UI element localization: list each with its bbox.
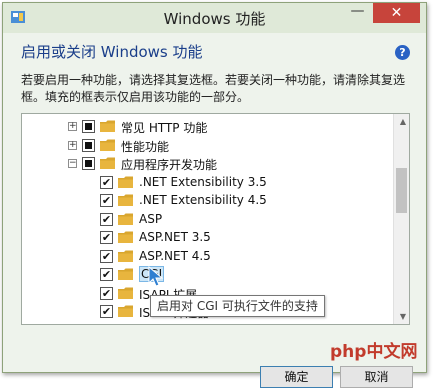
windows-features-dialog: Windows 功能 — ✕ 启用或关闭 Windows 功能 ? 若要启用一种… bbox=[2, 2, 427, 388]
folder-icon bbox=[118, 176, 133, 188]
feature-checkbox[interactable] bbox=[82, 157, 95, 170]
folder-icon bbox=[100, 139, 115, 151]
folder-icon bbox=[100, 120, 115, 132]
folder-icon bbox=[118, 305, 133, 317]
feature-label[interactable]: ASP bbox=[139, 212, 162, 226]
tree-row[interactable]: WebSocket 协议 bbox=[22, 322, 392, 326]
feature-checkbox[interactable]: ✔ bbox=[100, 268, 113, 281]
feature-label[interactable]: 常见 HTTP 功能 bbox=[121, 119, 207, 136]
feature-label[interactable]: WebSocket 协议 bbox=[139, 323, 233, 325]
feature-checkbox[interactable]: ✔ bbox=[100, 286, 113, 300]
tree-row[interactable]: + 性能功能 bbox=[22, 137, 392, 155]
tree-row[interactable]: ✔ .NET Extensibility 4.5 bbox=[22, 192, 392, 210]
folder-icon bbox=[118, 287, 133, 299]
feature-checkbox[interactable]: ✔ bbox=[100, 305, 113, 318]
folder-icon bbox=[118, 213, 133, 225]
collapse-icon[interactable]: − bbox=[68, 159, 77, 168]
feature-checkbox[interactable] bbox=[100, 323, 113, 324]
vertical-scrollbar[interactable]: ▲ ▼ bbox=[393, 114, 409, 324]
tree-row[interactable]: ✔ ASP bbox=[22, 211, 392, 229]
scroll-up-icon[interactable]: ▲ bbox=[400, 117, 406, 126]
cancel-button[interactable]: 取消 bbox=[340, 366, 413, 388]
feature-checkbox[interactable]: ✔ bbox=[100, 231, 113, 244]
feature-checkbox[interactable]: ✔ bbox=[100, 249, 113, 263]
feature-label[interactable]: 应用程序开发功能 bbox=[121, 156, 217, 173]
tree-row[interactable]: ✔ .NET Extensibility 3.5 bbox=[22, 174, 392, 192]
minimize-button[interactable]: — bbox=[344, 3, 371, 23]
feature-checkbox[interactable]: ✔ bbox=[100, 175, 113, 189]
feature-checkbox[interactable] bbox=[82, 120, 95, 133]
feature-checkbox[interactable]: ✔ bbox=[100, 194, 113, 207]
cgi-tooltip: 启用对 CGI 可执行文件的支持 bbox=[150, 295, 325, 317]
help-icon[interactable]: ? bbox=[395, 45, 410, 60]
expand-icon[interactable]: + bbox=[68, 122, 77, 131]
folder-icon bbox=[118, 324, 134, 326]
dialog-heading: 启用或关闭 Windows 功能 bbox=[21, 43, 203, 61]
title-bar: Windows 功能 — ✕ bbox=[3, 3, 426, 33]
folder-icon bbox=[118, 268, 133, 280]
description-text: 若要启用一种功能，请选择其复选框。若要关闭一种功能，请清除其复选框。填充的框表示… bbox=[21, 73, 406, 104]
close-button[interactable]: ✕ bbox=[373, 3, 420, 23]
feature-label[interactable]: ASP.NET 4.5 bbox=[139, 249, 211, 263]
feature-label[interactable]: 性能功能 bbox=[121, 138, 169, 155]
tree-row[interactable]: ✔ ASP.NET 3.5 bbox=[22, 229, 392, 247]
expand-icon[interactable]: + bbox=[68, 140, 77, 150]
dialog-content: 启用或关闭 Windows 功能 ? 若要启用一种功能，请选择其复选框。若要关闭… bbox=[3, 33, 426, 388]
scroll-down-icon[interactable]: ▼ bbox=[400, 312, 406, 321]
mouse-pointer-icon bbox=[148, 266, 164, 287]
feature-checkbox[interactable] bbox=[82, 138, 95, 152]
tree-row[interactable]: + 常见 HTTP 功能 bbox=[22, 118, 392, 136]
watermark-logo: php中文网 bbox=[330, 342, 418, 362]
folder-icon bbox=[118, 231, 133, 243]
folder-icon bbox=[118, 250, 133, 262]
tree-row[interactable]: − 应用程序开发功能 bbox=[22, 155, 392, 173]
feature-tree[interactable]: WebSocket 协议✔ISAPI 筛选器✔ISAPI 扩展✔CGI✔ASP.… bbox=[21, 113, 410, 325]
ok-button[interactable]: 确定 bbox=[260, 366, 333, 388]
feature-label[interactable]: ASP.NET 3.5 bbox=[139, 230, 211, 244]
folder-icon bbox=[100, 157, 115, 169]
tree-row[interactable]: ✔CGI bbox=[22, 266, 392, 284]
tree-row[interactable]: ✔ ASP.NET 4.5 bbox=[22, 248, 392, 266]
scroll-thumb[interactable] bbox=[396, 168, 407, 213]
feature-label[interactable]: .NET Extensibility 3.5 bbox=[139, 175, 267, 189]
folder-icon bbox=[118, 194, 133, 206]
feature-label[interactable]: .NET Extensibility 4.5 bbox=[139, 193, 267, 207]
feature-checkbox[interactable]: ✔ bbox=[100, 212, 113, 226]
